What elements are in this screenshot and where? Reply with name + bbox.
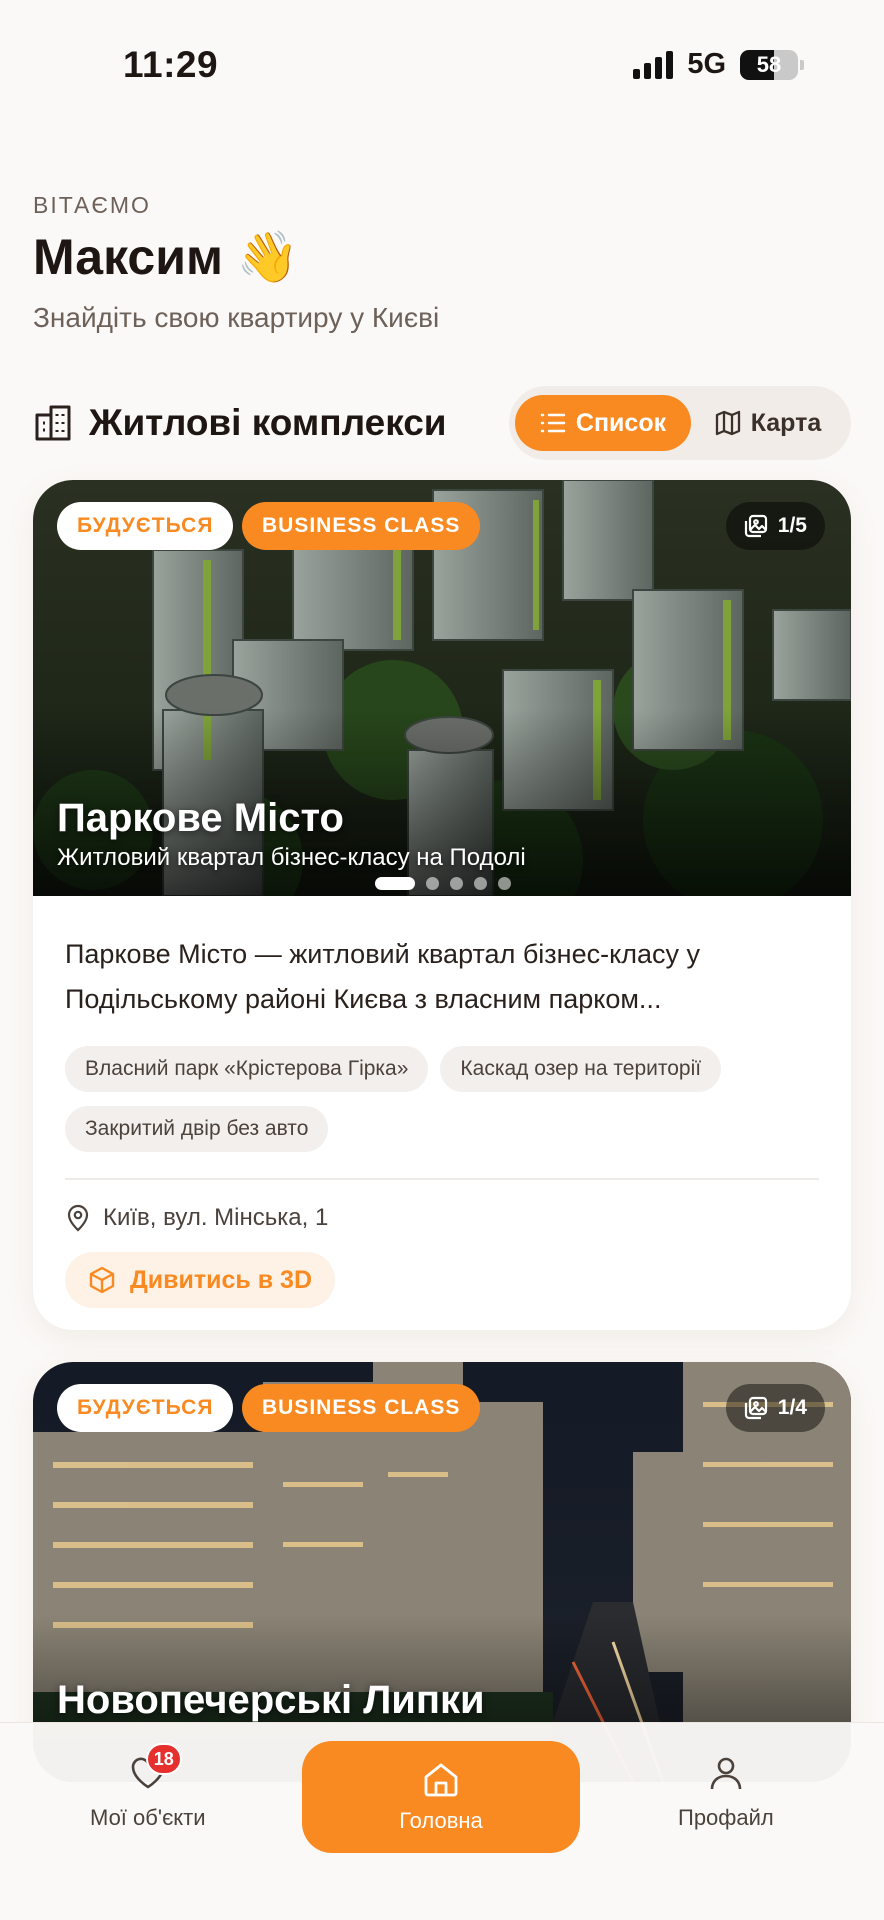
view-toggle: Список Карта — [509, 386, 851, 460]
feature-chip: Власний парк «Крістерова Гірка» — [65, 1046, 429, 1092]
nav-profile-label: Профайл — [678, 1805, 774, 1830]
status-indicators: 5G 58 — [633, 48, 804, 81]
complex-title: Новопечерські Липки — [57, 1678, 485, 1722]
user-name: Максим 👋 — [33, 229, 300, 285]
carousel-dot[interactable] — [474, 877, 487, 890]
nav-home[interactable]: Головна — [302, 1741, 580, 1853]
home-icon — [424, 1763, 458, 1797]
map-icon — [715, 410, 740, 436]
complex-card[interactable]: БУДУЄТЬСЯ BUSINESS CLASS 1/4 Новопечерсь… — [33, 1362, 851, 1782]
feature-chips: Власний парк «Крістерова Гірка» Каскад о… — [65, 1046, 819, 1152]
nav-my-objects-label: Мої об'єкти — [90, 1805, 206, 1830]
list-icon — [540, 413, 566, 433]
status-time: 11:29 — [123, 44, 219, 85]
complex-subtitle: Житловий квартал бізнес-класу на Подолі — [57, 844, 526, 871]
construction-status-badge: БУДУЄТЬСЯ — [57, 502, 234, 550]
gallery-icon — [744, 514, 767, 538]
divider — [65, 1178, 819, 1180]
carousel-dot-active[interactable] — [375, 877, 415, 890]
map-view-button[interactable]: Карта — [691, 395, 845, 451]
complex-title: Паркове Місто — [57, 796, 344, 840]
complex-card[interactable]: БУДУЄТЬСЯ BUSINESS CLASS 1/5 Паркове Міс… — [33, 480, 851, 1330]
carousel-indicator — [375, 877, 511, 890]
battery-level: 58 — [756, 51, 782, 77]
list-view-label: Список — [575, 408, 667, 437]
feature-chip: Закритий двір без авто — [65, 1106, 329, 1152]
complex-description: Паркове Місто — житловий квартал бізнес-… — [65, 939, 700, 1014]
carousel-dot[interactable] — [426, 877, 439, 890]
photo-counter-text: 1/5 — [777, 514, 807, 537]
address-text: Київ, вул. Мінська, 1 — [103, 1204, 329, 1231]
section-header: Житлові комплекси Список Карта — [33, 386, 851, 460]
greeting-subtitle: Знайдіть свою квартиру у Києві — [33, 302, 440, 333]
location-pin-icon — [67, 1204, 89, 1232]
photo-counter: 1/4 — [725, 1384, 825, 1432]
nav-my-objects[interactable]: 18 Мої об'єкти — [90, 1743, 206, 1831]
section-title: Житлові комплекси — [89, 402, 447, 443]
photo-counter: 1/5 — [725, 502, 825, 550]
cube-icon — [89, 1266, 115, 1294]
class-badge: BUSINESS CLASS — [242, 502, 481, 550]
cellular-signal-icon — [633, 50, 674, 79]
photo-counter-text: 1/4 — [777, 1396, 807, 1419]
view-3d-button[interactable]: Дивитись в 3D — [65, 1252, 335, 1308]
construction-status-badge: БУДУЄТЬСЯ — [57, 1384, 234, 1432]
user-icon — [710, 1757, 742, 1790]
network-type: 5G — [687, 48, 726, 80]
list-view-button[interactable]: Список — [515, 395, 691, 451]
carousel-dot[interactable] — [450, 877, 463, 890]
carousel-dot[interactable] — [498, 877, 511, 890]
map-view-label: Карта — [750, 408, 822, 437]
address-row: Київ, вул. Мінська, 1 — [65, 1204, 819, 1232]
building-icon — [35, 405, 71, 441]
gallery-icon — [744, 1396, 767, 1420]
feature-chip: Каскад озер на території — [440, 1046, 722, 1092]
view-3d-label: Дивитись в 3D — [129, 1265, 313, 1294]
nav-profile[interactable]: Профайл — [678, 1753, 774, 1831]
class-badge: BUSINESS CLASS — [242, 1384, 481, 1432]
bottom-navigation: 18 Мої об'єкти Головна Профайл — [0, 1722, 884, 1920]
greeting-eyebrow: ВІТАЄМО — [33, 192, 151, 218]
nav-home-label: Головна — [399, 1808, 483, 1833]
battery-icon: 58 — [740, 49, 798, 80]
complex-photo[interactable]: БУДУЄТЬСЯ BUSINESS CLASS 1/5 Паркове Міс… — [33, 480, 851, 896]
complex-photo[interactable]: БУДУЄТЬСЯ BUSINESS CLASS 1/4 Новопечерсь… — [33, 1362, 851, 1782]
favorites-count-badge: 18 — [145, 1743, 182, 1775]
status-bar: 11:29 5G 58 — [0, 0, 884, 130]
